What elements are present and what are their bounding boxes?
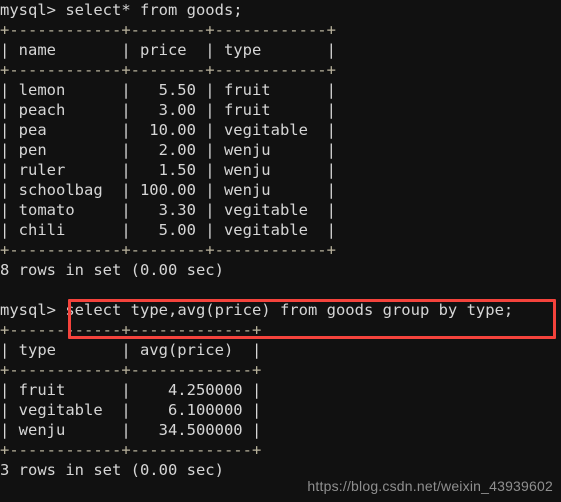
table1-header-row: | name | price | type | xyxy=(0,41,336,59)
table1-header-rule: +------------+--------+------------+ xyxy=(0,61,336,79)
table2-bottom-rule: +------------+-------------+ xyxy=(0,441,262,459)
command-line-2: mysql> select type,avg(price) from goods… xyxy=(0,300,561,320)
table1-top-rule: +------------+--------+------------+ xyxy=(0,21,336,39)
prompt-2: mysql> xyxy=(0,301,56,319)
table-row: | schoolbag | 100.00 | wenju | xyxy=(0,181,336,199)
table2-header-row: | type | avg(price) | xyxy=(0,341,262,359)
sql-statement-1: select* from goods; xyxy=(56,1,243,19)
table-row: | fruit | 4.250000 | xyxy=(0,381,262,399)
watermark-url: https://blog.csdn.net/weixin_43939602 xyxy=(307,478,553,494)
mysql-terminal-window[interactable]: mysql> select* from goods; +------------… xyxy=(0,0,561,502)
table-row: | peach | 3.00 | fruit | xyxy=(0,101,336,119)
terminal-screen: mysql> select* from goods; +------------… xyxy=(0,0,561,480)
table1-bottom-rule: +------------+--------+------------+ xyxy=(0,241,336,259)
table-row: | ruler | 1.50 | wenju | xyxy=(0,161,336,179)
table-row: | chili | 5.00 | vegitable | xyxy=(0,221,336,239)
table2-top-rule: +------------+-------------+ xyxy=(0,321,262,339)
table-row: | vegitable | 6.100000 | xyxy=(0,401,262,419)
table-row: | tomato | 3.30 | vegitable | xyxy=(0,201,336,219)
command-line-1: mysql> select* from goods; xyxy=(0,0,561,20)
table-row: | pea | 10.00 | vegitable | xyxy=(0,121,336,139)
sql-statement-2: select type,avg(price) from goods group … xyxy=(56,301,514,319)
table-row: | lemon | 5.50 | fruit | xyxy=(0,81,336,99)
prompt-1: mysql> xyxy=(0,1,56,19)
table-row: | pen | 2.00 | wenju | xyxy=(0,141,336,159)
table1-status-line: 8 rows in set (0.00 sec) xyxy=(0,261,224,279)
table-row: | wenju | 34.500000 | xyxy=(0,421,262,439)
table2-header-rule: +------------+-------------+ xyxy=(0,361,262,379)
